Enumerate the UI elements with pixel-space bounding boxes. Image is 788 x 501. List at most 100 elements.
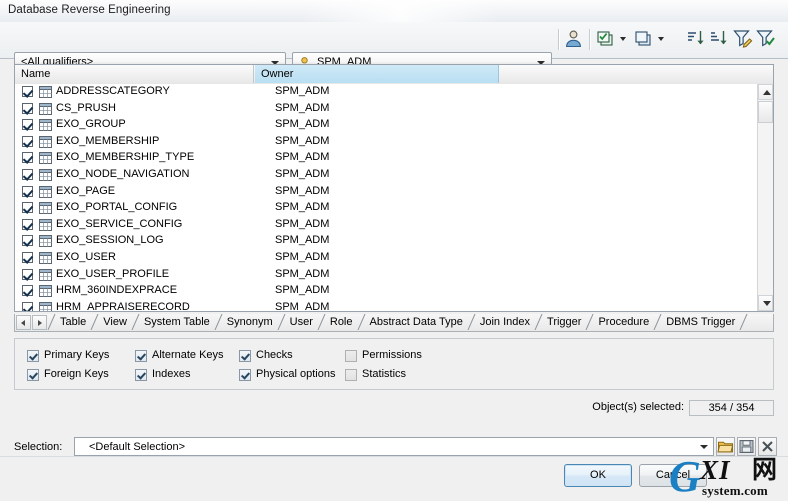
selection-combo[interactable]: <Default Selection> bbox=[74, 437, 714, 456]
option-checkbox[interactable] bbox=[345, 350, 357, 362]
window-title: Database Reverse Engineering bbox=[8, 4, 171, 16]
scroll-down-button[interactable] bbox=[758, 295, 773, 311]
option-label: Physical options bbox=[256, 368, 336, 380]
watermark-cn: 网 bbox=[752, 455, 778, 484]
object-type-tabs[interactable]: Table View System Table Synonym User Role Abst… bbox=[14, 314, 774, 332]
row-owner: SPM_ADM bbox=[275, 201, 330, 214]
option-checkbox[interactable] bbox=[345, 369, 357, 381]
open-selection-button[interactable] bbox=[716, 437, 735, 456]
object-rows[interactable]: ADDRESSCATEGORY SPM_ADM CS_PRUSH SPM_ADM EXO… bbox=[15, 84, 757, 311]
tab-abstract-data-type[interactable]: Abstract Data Type bbox=[366, 314, 467, 330]
table-row[interactable]: ADDRESSCATEGORY SPM_ADM bbox=[15, 84, 757, 101]
option-checkbox[interactable] bbox=[239, 350, 251, 362]
row-owner: SPM_ADM bbox=[275, 234, 330, 247]
table-row[interactable]: EXO_PORTAL_CONFIG SPM_ADM bbox=[15, 200, 757, 217]
column-header-name[interactable]: Name bbox=[15, 65, 254, 83]
row-checkbox[interactable] bbox=[22, 152, 33, 164]
tab-role[interactable]: Role bbox=[326, 314, 357, 330]
option-checkbox[interactable] bbox=[239, 369, 251, 381]
table-row[interactable]: EXO_MEMBERSHIP SPM_ADM bbox=[15, 134, 757, 151]
table-icon bbox=[39, 152, 52, 165]
deselect-all-dropdown[interactable] bbox=[655, 27, 668, 50]
tab-separator bbox=[739, 314, 748, 330]
tab-procedure[interactable]: Procedure bbox=[594, 314, 653, 330]
tab-separator bbox=[277, 314, 286, 330]
option-checkbox[interactable] bbox=[135, 369, 147, 381]
row-name: EXO_MEMBERSHIP bbox=[56, 134, 160, 147]
option-checkbox[interactable] bbox=[27, 369, 39, 381]
table-row[interactable]: EXO_GROUP SPM_ADM bbox=[15, 117, 757, 134]
row-checkbox[interactable] bbox=[22, 86, 33, 97]
table-row[interactable]: EXO_USER SPM_ADM bbox=[15, 250, 757, 267]
tab-separator bbox=[131, 314, 140, 330]
row-checkbox[interactable] bbox=[22, 251, 33, 263]
table-row[interactable]: EXO_MEMBERSHIP_TYPE SPM_ADM bbox=[15, 150, 757, 167]
option-checkbox[interactable] bbox=[27, 350, 39, 362]
row-checkbox[interactable] bbox=[22, 185, 33, 197]
sort-descending-icon bbox=[711, 31, 727, 45]
table-row[interactable]: EXO_USER_PROFILE SPM_ADM bbox=[15, 267, 757, 284]
row-owner: SPM_ADM bbox=[275, 134, 330, 147]
sort-ascending-button[interactable] bbox=[684, 27, 707, 50]
tabs-scroll-prev-button[interactable] bbox=[16, 315, 31, 330]
column-header-owner-label: Owner bbox=[261, 68, 294, 80]
option-checkbox[interactable] bbox=[135, 350, 147, 362]
row-checkbox[interactable] bbox=[22, 301, 33, 311]
ok-button[interactable]: OK bbox=[564, 464, 632, 487]
tab-user[interactable]: User bbox=[286, 314, 317, 330]
table-row[interactable]: CS_PRUSH SPM_ADM bbox=[15, 101, 757, 118]
table-icon bbox=[39, 251, 52, 264]
tab-view[interactable]: View bbox=[99, 314, 131, 330]
select-all-dropdown[interactable] bbox=[617, 27, 630, 50]
apply-filter-button[interactable] bbox=[754, 27, 777, 50]
tab-system-table[interactable]: System Table bbox=[140, 314, 214, 330]
row-checkbox[interactable] bbox=[22, 218, 33, 230]
list-header: Name Owner bbox=[15, 65, 773, 85]
table-icon bbox=[39, 185, 52, 198]
table-row[interactable]: EXO_NODE_NAVIGATION SPM_ADM bbox=[15, 167, 757, 184]
tab-synonym[interactable]: Synonym bbox=[223, 314, 277, 330]
column-header-owner[interactable]: Owner bbox=[255, 65, 499, 83]
row-name: EXO_NODE_NAVIGATION bbox=[56, 167, 190, 180]
row-checkbox[interactable] bbox=[22, 168, 33, 180]
row-owner: SPM_ADM bbox=[275, 151, 330, 164]
row-owner: SPM_ADM bbox=[275, 267, 330, 280]
row-checkbox[interactable] bbox=[22, 285, 33, 297]
tab-trigger[interactable]: Trigger bbox=[543, 314, 585, 330]
row-owner: SPM_ADM bbox=[275, 184, 330, 197]
deselect-all-button[interactable] bbox=[633, 27, 656, 50]
delete-selection-button[interactable] bbox=[758, 437, 777, 456]
save-selection-button[interactable] bbox=[737, 437, 756, 456]
edit-filter-button[interactable] bbox=[731, 27, 754, 50]
row-owner: SPM_ADM bbox=[275, 217, 330, 230]
scroll-thumb[interactable] bbox=[758, 101, 773, 123]
table-row[interactable]: HRM_APPRAISERECORD SPM_ADM bbox=[15, 300, 757, 311]
tab-table[interactable]: Table bbox=[56, 314, 90, 330]
table-row[interactable]: EXO_PAGE SPM_ADM bbox=[15, 184, 757, 201]
user-filter-button[interactable] bbox=[562, 27, 585, 50]
close-x-icon bbox=[762, 441, 773, 452]
row-checkbox[interactable] bbox=[22, 268, 33, 280]
row-checkbox[interactable] bbox=[22, 119, 33, 131]
sort-descending-button[interactable] bbox=[707, 27, 730, 50]
tab-join-index[interactable]: Join Index bbox=[476, 314, 534, 330]
row-checkbox[interactable] bbox=[22, 202, 33, 214]
row-owner: SPM_ADM bbox=[275, 101, 330, 114]
tab-dbms-trigger[interactable]: DBMS Trigger bbox=[662, 314, 739, 330]
tabs-scroll-next-button[interactable] bbox=[32, 315, 47, 330]
table-row[interactable]: EXO_SESSION_LOG SPM_ADM bbox=[15, 233, 757, 250]
table-row[interactable]: HRM_360INDEXPRACE SPM_ADM bbox=[15, 283, 757, 300]
option-label: Primary Keys bbox=[44, 349, 110, 361]
toolbar-separator bbox=[589, 29, 591, 50]
title-bar-sheen bbox=[300, 0, 500, 22]
column-header-name-label: Name bbox=[21, 68, 51, 80]
select-all-button[interactable] bbox=[595, 27, 618, 50]
tab-separator bbox=[47, 314, 56, 330]
scroll-up-button[interactable] bbox=[758, 84, 773, 100]
row-checkbox[interactable] bbox=[22, 235, 33, 247]
list-vertical-scrollbar[interactable] bbox=[757, 84, 773, 311]
table-icon bbox=[39, 168, 52, 181]
table-row[interactable]: EXO_SERVICE_CONFIG SPM_ADM bbox=[15, 217, 757, 234]
row-checkbox[interactable] bbox=[22, 135, 33, 147]
row-checkbox[interactable] bbox=[22, 102, 33, 114]
